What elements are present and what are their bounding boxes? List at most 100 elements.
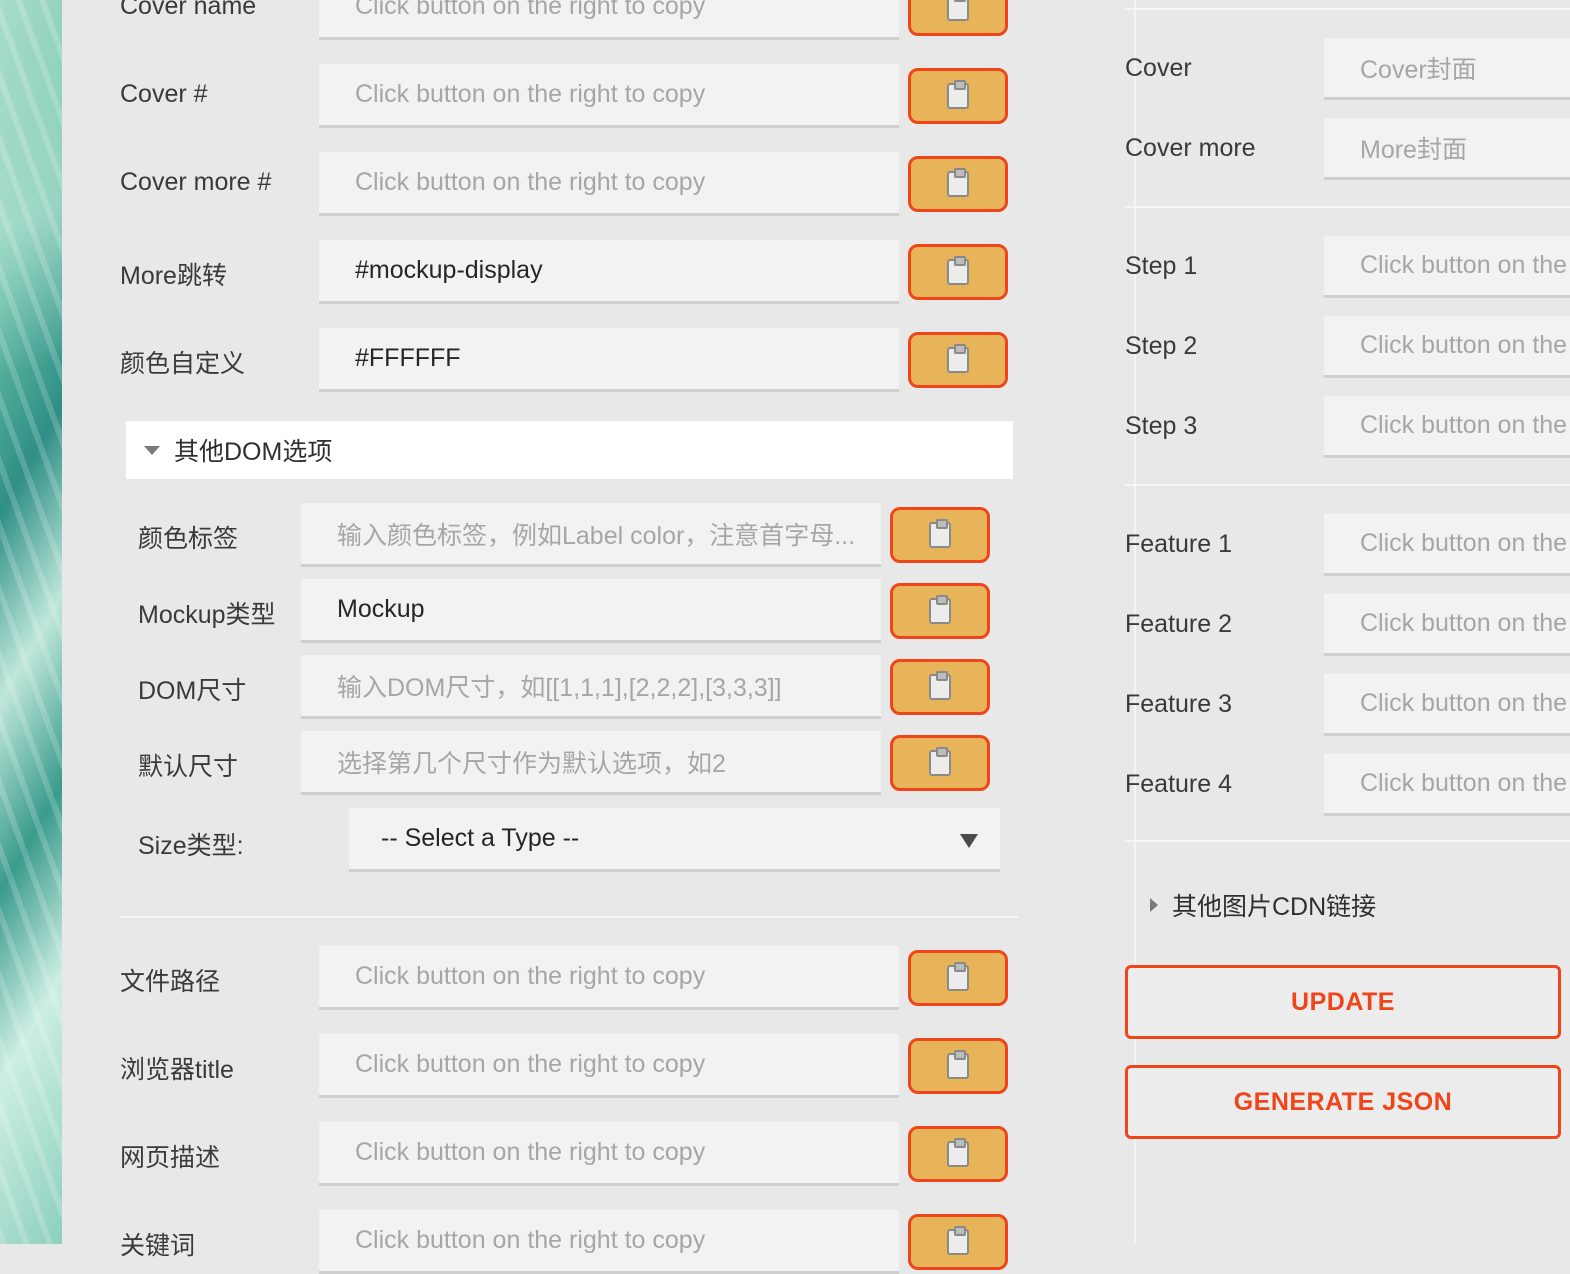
copy-button[interactable] — [890, 507, 990, 563]
field-label: 文件路径 — [120, 968, 221, 996]
field-placeholder: Click button on the — [1360, 689, 1568, 717]
copy-button[interactable] — [890, 583, 990, 639]
field-value: #mockup-display — [355, 256, 543, 284]
text-field[interactable]: Click button on the right to copy — [319, 0, 899, 40]
clipboard-icon — [947, 1226, 969, 1255]
text-field[interactable]: Cover封面 — [1324, 38, 1570, 100]
text-field[interactable]: Click button on the right to copy — [319, 64, 899, 128]
clipboard-icon — [947, 962, 969, 991]
field-placeholder: 输入颜色标签，例如Label color，注意首字母... — [337, 521, 856, 550]
text-field[interactable]: Click button on the — [1324, 396, 1570, 458]
copy-button[interactable] — [908, 68, 1008, 124]
clipboard-icon — [929, 747, 951, 776]
update-button[interactable]: UPDATE — [1125, 965, 1561, 1039]
clipboard-icon — [929, 519, 951, 548]
text-field[interactable]: Click button on the right to copy — [319, 1034, 899, 1098]
right-divider-3 — [1125, 840, 1570, 842]
copy-button[interactable] — [908, 244, 1008, 300]
text-field[interactable]: Mockup — [301, 579, 881, 643]
right-divider-top — [1125, 8, 1570, 10]
field-placeholder: Click button on the — [1360, 411, 1568, 439]
text-field[interactable]: Click button on the — [1324, 594, 1570, 656]
copy-button[interactable] — [908, 1126, 1008, 1182]
copy-button[interactable] — [890, 659, 990, 715]
field-placeholder: Click button on the right to copy — [355, 1050, 706, 1078]
field-placeholder: Click button on the right to copy — [355, 1226, 706, 1254]
field-placeholder: Click button on the — [1360, 529, 1568, 557]
cdn-links-section-title: 其他图片CDN链接 — [1172, 893, 1377, 921]
clipboard-icon — [929, 595, 951, 624]
text-field[interactable]: 输入DOM尺寸，如[[1,1,1],[2,2,2],[3,3,3]] — [301, 655, 881, 719]
clipboard-icon — [947, 256, 969, 285]
right-divider-2 — [1125, 484, 1570, 486]
size-type-select[interactable]: -- Select a Type -- — [349, 808, 1000, 872]
right-divider-1 — [1125, 206, 1570, 208]
desktop-wallpaper — [0, 0, 62, 1244]
field-placeholder: Click button on the right to copy — [355, 1138, 706, 1166]
field-placeholder: Click button on the — [1360, 251, 1568, 279]
generate-json-button[interactable]: GENERATE JSON — [1125, 1065, 1561, 1139]
section-divider — [120, 916, 1018, 918]
field-label: Mockup类型 — [138, 601, 276, 629]
field-placeholder: Click button on the right to copy — [355, 168, 706, 196]
text-field[interactable]: Click button on the — [1324, 674, 1570, 736]
field-label: 默认尺寸 — [138, 753, 239, 781]
dom-options-section-header[interactable]: 其他DOM选项 — [126, 421, 1013, 479]
field-label: Cover more # — [120, 168, 272, 196]
size-type-selected-value: -- Select a Type -- — [381, 824, 580, 852]
clipboard-icon — [947, 1050, 969, 1079]
dom-options-section-title: 其他DOM选项 — [174, 438, 333, 466]
copy-button[interactable] — [908, 1214, 1008, 1270]
copy-button[interactable] — [908, 950, 1008, 1006]
text-field[interactable]: Click button on the right to copy — [319, 152, 899, 216]
form-window: Cover name Click button on the right to c… — [62, 0, 1570, 1274]
field-label: Cover more — [1125, 134, 1256, 162]
clipboard-icon — [947, 344, 969, 373]
field-label: 颜色标签 — [138, 525, 239, 553]
field-label: Feature 3 — [1125, 690, 1233, 718]
text-field[interactable]: Click button on the — [1324, 754, 1570, 816]
field-value: Mockup — [337, 595, 425, 623]
clipboard-icon — [947, 80, 969, 109]
copy-button[interactable] — [908, 156, 1008, 212]
disclosure-triangle-closed-icon — [1150, 898, 1158, 912]
text-field[interactable]: Click button on the — [1324, 514, 1570, 576]
text-field[interactable]: Click button on the — [1324, 316, 1570, 378]
field-label: Feature 1 — [1125, 530, 1233, 558]
text-field[interactable]: 输入颜色标签，例如Label color，注意首字母... — [301, 503, 881, 567]
field-label: Cover # — [120, 80, 208, 108]
text-field[interactable]: Click button on the — [1324, 236, 1570, 298]
dropdown-caret-icon — [960, 834, 978, 848]
field-label: More跳转 — [120, 262, 227, 290]
text-field[interactable]: 选择第几个尺寸作为默认选项，如2 — [301, 731, 881, 795]
copy-button[interactable] — [890, 735, 990, 791]
text-field[interactable]: Click button on the right to copy — [319, 1210, 899, 1274]
field-label: 网页描述 — [120, 1144, 221, 1172]
copy-button[interactable] — [908, 0, 1008, 36]
field-label: 关键词 — [120, 1232, 196, 1260]
field-placeholder: Click button on the right to copy — [355, 0, 706, 20]
field-label: Feature 4 — [1125, 770, 1233, 798]
text-field[interactable]: #FFFFFF — [319, 328, 899, 392]
text-field[interactable]: Click button on the right to copy — [319, 1122, 899, 1186]
field-label: Feature 2 — [1125, 610, 1233, 638]
clipboard-icon — [947, 1138, 969, 1167]
text-field[interactable]: Click button on the right to copy — [319, 946, 899, 1010]
field-label: Step 2 — [1125, 332, 1198, 360]
field-label: Cover — [1125, 54, 1192, 82]
copy-button[interactable] — [908, 332, 1008, 388]
disclosure-triangle-open-icon — [144, 445, 160, 455]
clipboard-icon — [947, 168, 969, 197]
field-placeholder: Click button on the — [1360, 331, 1568, 359]
field-value: #FFFFFF — [355, 344, 461, 372]
cdn-links-section-header[interactable]: 其他图片CDN链接 — [1150, 887, 1376, 923]
field-label: 浏览器title — [120, 1056, 234, 1084]
copy-button[interactable] — [908, 1038, 1008, 1094]
field-placeholder: Click button on the — [1360, 609, 1568, 637]
size-type-label: Size类型: — [138, 832, 244, 860]
clipboard-icon — [929, 671, 951, 700]
text-field[interactable]: More封面 — [1324, 118, 1570, 180]
text-field[interactable]: #mockup-display — [319, 240, 899, 304]
field-label: Step 1 — [1125, 252, 1198, 280]
field-placeholder: Click button on the — [1360, 769, 1568, 797]
